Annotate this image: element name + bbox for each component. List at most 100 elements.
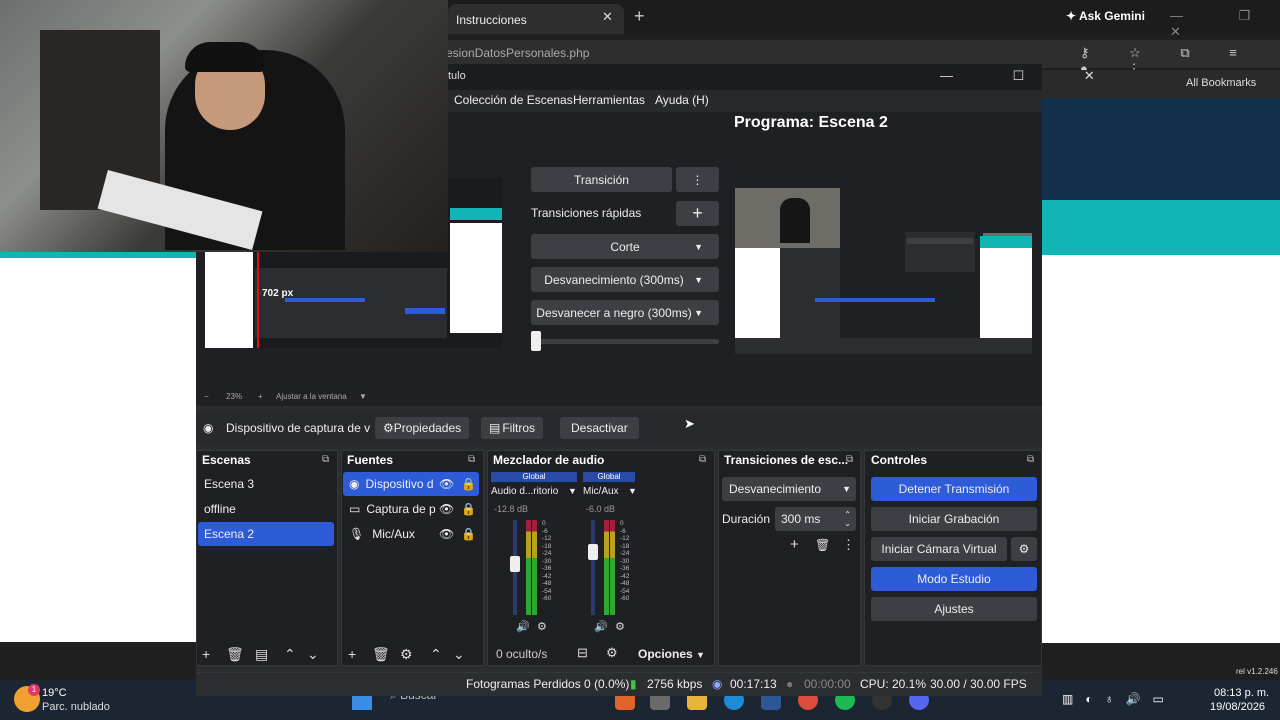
deactivate-label: Desactivar — [571, 421, 628, 435]
chevron-down-icon: ▼ — [842, 484, 851, 494]
source-label: Captura de p — [366, 502, 436, 516]
move-down-icon[interactable]: ⌄ — [453, 646, 465, 663]
signal-bars-icon: ▮ — [630, 677, 637, 691]
add-source-icon[interactable]: + — [348, 646, 356, 662]
system-tray-icons[interactable]: ▥◐♁🔊▭ — [1062, 692, 1176, 706]
channel-settings-icon[interactable]: ⚙ — [537, 620, 547, 633]
volume-fader-handle[interactable] — [588, 543, 598, 560]
studio-mode-button[interactable]: Modo Estudio — [871, 567, 1037, 591]
filters-button[interactable]: ▤ Filtros — [481, 417, 544, 439]
new-tab-button[interactable]: + — [634, 6, 645, 27]
source-item-selected[interactable]: ◉ Dispositivo d 👁 🔒 — [343, 472, 479, 496]
mixer-title: Mezclador de audio — [493, 453, 605, 467]
browser-tab[interactable]: Instrucciones — [448, 4, 624, 34]
stop-stream-button[interactable]: Detener Transmisión — [871, 477, 1037, 501]
gear-icon[interactable]: ⚙ — [1011, 537, 1037, 561]
eye-icon[interactable]: 👁 — [439, 527, 454, 541]
remove-transition-icon[interactable]: 🗑 — [815, 538, 830, 552]
duration-spinbox[interactable]: 300 ms ⌃ ⌄ — [775, 507, 856, 531]
add-transition-icon[interactable]: + — [790, 536, 799, 553]
mixer-dock — [487, 450, 715, 666]
lock-icon[interactable]: 🔒 — [461, 477, 476, 491]
layout-toggle-icon[interactable]: ⊟ — [577, 645, 588, 661]
volume-fader-handle[interactable] — [510, 555, 520, 572]
source-item[interactable]: 🎙 Mic/Aux 👁 🔒 — [343, 522, 479, 546]
advanced-audio-icon[interactable]: ⚙ — [606, 645, 618, 661]
deactivate-button[interactable]: Desactivar — [560, 417, 639, 439]
lock-icon[interactable]: 🔒 — [461, 527, 476, 541]
undock-icon[interactable]: ⧉ — [322, 454, 329, 465]
version-label: rel v1.2.246 — [1236, 667, 1278, 676]
settings-button[interactable]: Ajustes — [871, 597, 1037, 621]
remove-scene-icon[interactable]: 🗑 — [226, 646, 244, 663]
scene-item[interactable]: Escena 3 — [198, 472, 334, 496]
all-bookmarks-link[interactable]: All Bookmarks — [1186, 77, 1256, 89]
speaker-icon[interactable]: 🔊 — [516, 620, 530, 633]
options-label: Opciones — [638, 647, 693, 661]
background-webpage-left — [0, 252, 198, 642]
eye-icon[interactable]: 👁 — [439, 477, 454, 491]
fade-transition-button[interactable]: Desvanecimiento (300ms) ▼ — [531, 267, 719, 292]
gear-icon: ⚙ — [383, 421, 394, 435]
fit-window-select[interactable]: Ajustar a la ventana — [276, 392, 347, 401]
properties-button[interactable]: ⚙ Propiedades — [375, 417, 470, 439]
ask-gemini-button[interactable]: ✦ Ask Gemini — [1066, 9, 1145, 23]
start-recording-button[interactable]: Iniciar Grabación — [871, 507, 1037, 531]
program-canvas — [735, 188, 1032, 354]
undock-icon[interactable]: ⧉ — [846, 454, 853, 465]
volume-fader[interactable] — [591, 520, 595, 615]
scene-transitions-title: Transiciones de esc... — [724, 453, 849, 467]
menu-scene-collection[interactable]: Colección de Escenas — [454, 93, 573, 107]
sources-title: Fuentes — [347, 453, 394, 467]
move-down-icon[interactable]: ⌄ — [307, 646, 319, 663]
chevron-down-icon: ▼ — [694, 307, 703, 318]
chevron-down-icon[interactable]: ▼ — [628, 486, 637, 496]
menu-tools[interactable]: Herramientas — [573, 93, 645, 107]
menu-help[interactable]: Ayuda (H) — [655, 93, 709, 107]
zoom-out-icon[interactable]: − — [204, 392, 209, 401]
transition-select[interactable]: Desvanecimiento ▼ — [722, 477, 856, 501]
scene-item[interactable]: offline — [198, 497, 334, 521]
transition-slider-handle[interactable] — [531, 331, 541, 351]
source-item[interactable]: ▭ Captura de p 👁 🔒 — [343, 497, 479, 521]
tab-close-icon[interactable]: ✕ — [602, 9, 613, 25]
remove-source-icon[interactable]: 🗑 — [372, 646, 390, 663]
channel-settings-icon[interactable]: ⚙ — [615, 620, 625, 633]
start-virtual-camera-button[interactable]: Iniciar Cámara Virtual — [871, 537, 1007, 561]
move-up-icon[interactable]: ⌃ — [430, 646, 442, 663]
chevron-down-icon[interactable]: ▼ — [359, 392, 367, 401]
add-scene-icon[interactable]: + — [202, 646, 210, 662]
lock-icon[interactable]: 🔒 — [461, 502, 476, 516]
fade-black-transition-button[interactable]: Desvanecer a negro (300ms) ▼ — [531, 300, 719, 325]
more-icon[interactable]: ⋮ — [842, 537, 855, 553]
spin-arrows-icon[interactable]: ⌃ ⌄ — [844, 510, 851, 528]
hidden-count: 0 oculto/s — [496, 647, 548, 661]
scene-filter-icon[interactable]: ▤ — [255, 646, 268, 663]
speaker-icon[interactable]: 🔊 — [594, 620, 608, 633]
scene-item-selected[interactable]: Escena 2 — [198, 522, 334, 546]
move-up-icon[interactable]: ⌃ — [284, 646, 296, 663]
undock-icon[interactable]: ⧉ — [699, 454, 706, 465]
undock-icon[interactable]: ⧉ — [468, 454, 475, 465]
program-label: Programa: Escena 2 — [734, 114, 888, 131]
more-icon[interactable]: ⋮ — [676, 167, 719, 192]
preview-overlay-label: 702 px — [262, 288, 294, 299]
camera-icon: ◉ — [349, 477, 360, 491]
quick-transitions-label: Transiciones rápidas — [531, 206, 642, 220]
meter-scale: 0 -6 -12 -18 -24 -30 -36 -42 -48 -54 -60 — [542, 520, 552, 602]
zoom-in-icon[interactable]: + — [258, 392, 263, 401]
weather-desc: Parc. nublado — [42, 701, 110, 713]
browser-window-controls[interactable]: — ❐ ✕ — [1170, 8, 1280, 40]
cut-transition-button[interactable]: Corte ▼ — [531, 234, 719, 259]
meter-scale: 0 -6 -12 -18 -24 -30 -36 -42 -48 -54 -60 — [620, 520, 630, 602]
add-quick-transition-button[interactable]: + — [676, 201, 719, 226]
eye-icon[interactable]: 👁 — [439, 502, 454, 516]
selected-source-label: Dispositivo de captura de v — [226, 421, 371, 435]
chevron-down-icon[interactable]: ▼ — [568, 486, 577, 496]
obs-window-controls[interactable]: — ☐ ✕ — [940, 68, 1123, 84]
transition-button[interactable]: Transición — [531, 167, 672, 192]
source-properties-icon[interactable]: ⚙ — [400, 646, 413, 663]
undock-icon[interactable]: ⧉ — [1027, 454, 1034, 465]
transition-slider-track[interactable] — [531, 339, 719, 344]
options-button[interactable]: Opciones ▼ — [638, 647, 705, 661]
